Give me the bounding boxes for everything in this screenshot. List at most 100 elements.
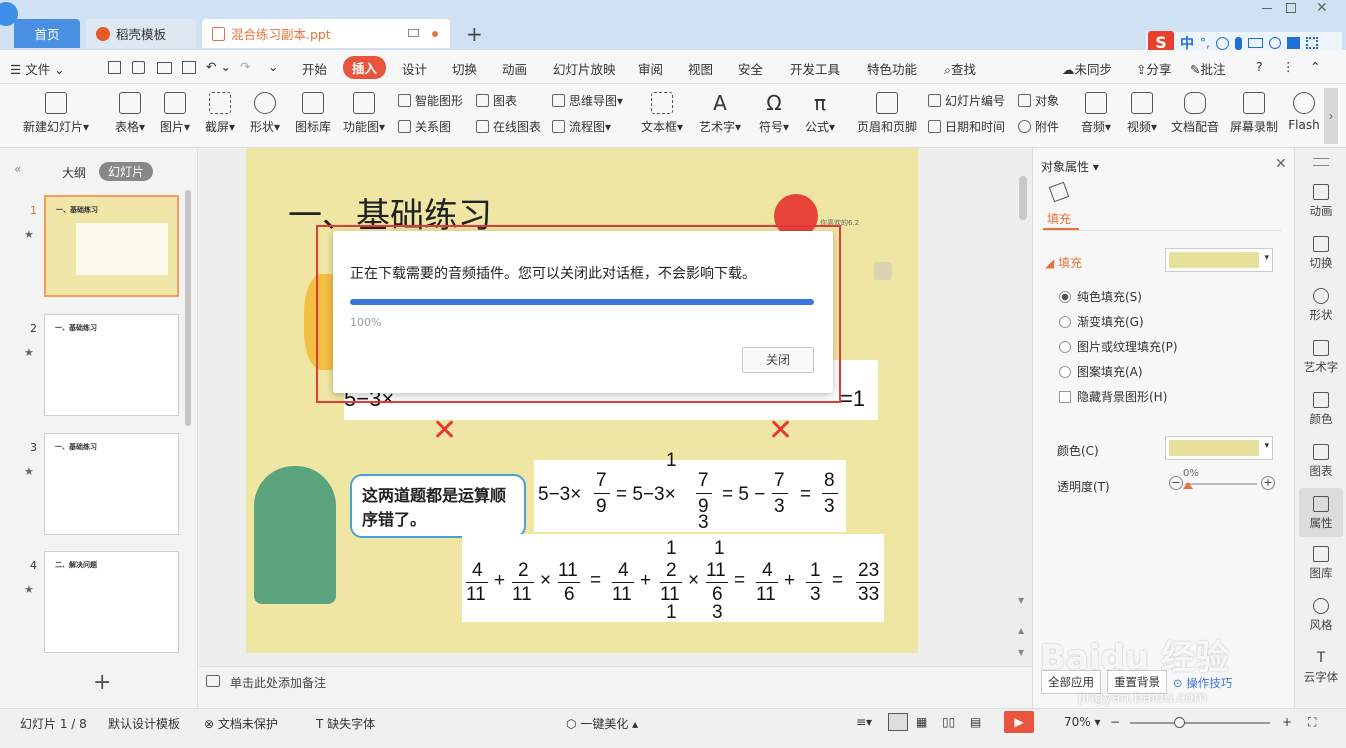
smart-art-button[interactable]: 智能图形 [398, 92, 463, 109]
view-menu-icon[interactable]: ≡▾ [856, 715, 872, 729]
tab-home[interactable]: 首页 [14, 19, 80, 48]
sidebar-item-properties[interactable]: 属性 [1299, 488, 1343, 537]
close-panel-icon[interactable]: ✕ [1275, 156, 1287, 172]
file-menu[interactable]: ☰ 文件 ⌄ [10, 59, 65, 78]
minimize-button[interactable] [1262, 8, 1272, 9]
flowchart-button[interactable]: 流程图 ▾ [552, 118, 611, 135]
sidebar-item-shape[interactable]: 形状 [1295, 288, 1346, 323]
collapse-pane-icon[interactable]: « [14, 162, 21, 176]
add-slide-button[interactable]: + [93, 670, 111, 695]
emoji-icon[interactable] [1215, 36, 1229, 50]
tab-template[interactable]: 稻壳模板 [86, 19, 196, 48]
textbox-button[interactable]: 文本框▾ [640, 92, 684, 135]
canvas-scrollbar[interactable] [1019, 176, 1027, 220]
preview-icon[interactable] [182, 61, 196, 74]
user-icon[interactable] [1268, 37, 1281, 49]
menu-features[interactable]: 特色功能 [867, 59, 917, 78]
template-name[interactable]: 默认设计模板 [108, 715, 180, 732]
reading-view-icon[interactable]: ▯▯ [942, 715, 955, 729]
tab-outline[interactable]: 大纲 [62, 164, 86, 181]
slide-thumbnail-1[interactable]: 一、基础练习 [44, 195, 179, 297]
beautify-button[interactable]: ⬡ 一键美化 ▴ [566, 715, 638, 732]
doc-protect-button[interactable]: ⊗ 文档未保护 [204, 715, 278, 732]
zoom-in-button[interactable]: + [1282, 715, 1292, 729]
punctuation-icon[interactable]: °, [1200, 36, 1210, 50]
more-icon[interactable]: ⋮ [1282, 59, 1295, 74]
transparency-slider[interactable] [1185, 483, 1257, 485]
undo-icon[interactable]: ↶ ⌄ [206, 59, 231, 74]
menu-insert[interactable]: 插入 [343, 56, 387, 79]
narration-button[interactable]: 文档配音 [1170, 92, 1220, 135]
print-icon[interactable] [157, 62, 172, 74]
table-button[interactable]: 表格▾ [110, 92, 150, 135]
transparency-decrease-button[interactable]: − [1169, 476, 1183, 490]
zoom-slider-thumb[interactable] [1174, 717, 1185, 728]
menu-transition[interactable]: 切换 [452, 59, 477, 78]
comment-button[interactable]: ✎批注 [1190, 59, 1226, 78]
shirt-icon[interactable] [1286, 37, 1300, 49]
tab-document[interactable]: 混合练习副本.ppt [202, 19, 450, 48]
menu-design[interactable]: 设计 [402, 59, 427, 78]
menu-animation[interactable]: 动画 [502, 59, 527, 78]
color-picker[interactable]: ▾ [1165, 436, 1273, 460]
tab-slides[interactable]: 幻灯片 [99, 162, 154, 181]
relation-chart-button[interactable]: 关系图 [398, 118, 451, 135]
header-footer-button[interactable]: 页眉和页脚 [856, 92, 918, 135]
audio-button[interactable]: 音频▾ [1078, 92, 1114, 135]
sidebar-item-gallery[interactable]: 图库 [1295, 546, 1346, 581]
radio-solid-fill[interactable]: 纯色填充(S) [1059, 288, 1142, 305]
export-icon[interactable] [132, 61, 145, 74]
picture-button[interactable]: 图片▾ [155, 92, 195, 135]
menu-developer[interactable]: 开发工具 [790, 59, 840, 78]
shape-button[interactable]: 形状▾ [245, 92, 285, 135]
menu-start[interactable]: 开始 [302, 59, 327, 78]
sidebar-menu-icon[interactable] [1313, 158, 1329, 166]
radio-pattern-fill[interactable]: 图案填充(A) [1059, 363, 1143, 380]
sidebar-item-color[interactable]: 颜色 [1295, 392, 1346, 427]
radio-picture-fill[interactable]: 图片或纹理填充(P) [1059, 338, 1178, 355]
fill-section-header[interactable]: ◢ 填充 [1045, 254, 1082, 271]
icon-library-button[interactable]: 图标库 [292, 92, 334, 135]
zoom-level[interactable]: 70% ▾ [1064, 715, 1101, 729]
sidebar-item-art-text[interactable]: 艺术字 [1295, 340, 1346, 375]
datetime-button[interactable]: 日期和时间 [928, 118, 1005, 135]
menu-slideshow[interactable]: 幻灯片放映 [553, 59, 616, 78]
menu-review[interactable]: 审阅 [638, 59, 663, 78]
new-slide-button[interactable]: 新建幻灯片▾ [20, 92, 92, 135]
menu-view[interactable]: 视图 [688, 59, 713, 78]
thumb-scrollbar[interactable] [185, 190, 191, 426]
tab-fill[interactable]: 填充 [1047, 210, 1071, 227]
notes-view-icon[interactable]: ▤ [970, 715, 981, 729]
screen-record-button[interactable]: 屏幕录制 [1228, 92, 1280, 135]
menu-security[interactable]: 安全 [738, 59, 763, 78]
function-chart-button[interactable]: 功能图▾ [340, 92, 388, 135]
art-text-button[interactable]: A 艺术字▾ [696, 92, 744, 135]
panel-title[interactable]: 对象属性 ▾ [1041, 158, 1099, 175]
sync-button[interactable]: ☁未同步 [1062, 59, 1112, 78]
hide-bg-checkbox[interactable]: 隐藏背景图形(H) [1059, 388, 1167, 405]
fit-window-icon[interactable]: ⛶ [1308, 715, 1316, 730]
grid-icon[interactable] [1305, 37, 1318, 49]
close-window-button[interactable]: ✕ [1316, 0, 1328, 16]
sorter-view-icon[interactable]: ▦ [916, 715, 927, 729]
new-tab-button[interactable]: + [466, 22, 483, 46]
online-chart-button[interactable]: 在线图表 [476, 118, 541, 135]
collapse-ribbon-icon[interactable]: ⌃ [1310, 59, 1320, 74]
notes-area[interactable]: 单击此处添加备注 [199, 666, 1032, 708]
mic-icon[interactable] [1234, 36, 1242, 50]
zoom-out-button[interactable]: − [1110, 715, 1120, 729]
play-slideshow-button[interactable]: ▶ [1004, 711, 1034, 733]
close-dialog-button[interactable]: 关闭 [742, 347, 814, 373]
sidebar-item-transition[interactable]: 切换 [1295, 236, 1346, 271]
transparency-increase-button[interactable]: + [1261, 476, 1275, 490]
zoom-slider[interactable] [1130, 722, 1270, 724]
chart-button[interactable]: 图表 [476, 92, 517, 109]
keyboard-icon[interactable] [1247, 38, 1263, 48]
customize-icon[interactable]: ⌄ [268, 59, 278, 74]
symbol-button[interactable]: Ω 符号▾ [756, 92, 792, 135]
sidebar-item-cloud-font[interactable]: T 云字体 [1295, 650, 1346, 685]
missing-font-button[interactable]: T 缺失字体 [316, 715, 375, 732]
slide-thumbnail-4[interactable]: 二、解决问题 [44, 551, 179, 653]
save-icon[interactable] [108, 61, 121, 74]
slide-thumbnail-2[interactable]: 一、基础练习 [44, 314, 179, 416]
